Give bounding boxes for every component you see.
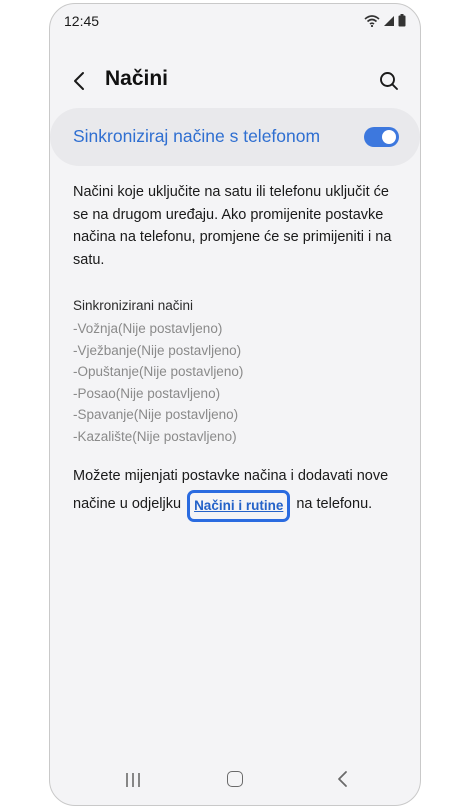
back-nav-icon[interactable] [336, 770, 350, 788]
page-title: Načini [105, 67, 169, 90]
status-bar: 12:45 [50, 4, 420, 38]
phone-frame: 12:45 Načini Sinkroniziraj načine s tele… [49, 3, 421, 806]
sync-modes-label: Sinkroniziraj načine s telefonom [73, 126, 321, 146]
list-item: -Kazalište(Nije postavljeno) [73, 428, 237, 444]
search-button[interactable] [376, 68, 402, 94]
chevron-left-icon [74, 72, 84, 90]
battery-icon [398, 14, 406, 27]
modes-note: Možete mijenjati postavke načina i dodav… [73, 465, 403, 522]
modes-and-routines-link[interactable]: Načini i rutine [194, 498, 283, 513]
app-header: Načini [50, 56, 420, 106]
synced-modes-list: -Vožnja(Nije postavljeno) -Vježbanje(Nij… [73, 318, 403, 447]
content: Načini koje uključite na satu ili telefo… [73, 181, 403, 522]
home-icon[interactable] [227, 771, 243, 787]
signal-icon [384, 15, 394, 26]
list-item: -Spavanje(Nije postavljeno) [73, 407, 239, 422]
link-highlight: Načini i rutine [187, 489, 291, 522]
synced-modes-title: Sinkronizirani načini [73, 298, 194, 313]
list-item: -Vožnja(Nije postavljeno) [73, 321, 223, 336]
list-item: -Vježbanje(Nije postavljeno) [73, 342, 242, 358]
status-time: 12:45 [64, 13, 100, 29]
status-icons [364, 14, 406, 27]
wifi-icon [364, 14, 380, 27]
toggle-knob [382, 130, 396, 144]
search-icon [380, 72, 398, 90]
sync-modes-row[interactable]: Sinkroniziraj načine s telefonom [50, 108, 420, 166]
note-text-after: na telefonu. [292, 495, 373, 512]
list-item: -Posao(Nije postavljeno) [73, 385, 221, 401]
description-text: Načini koje uključite na satu ili telefo… [73, 184, 392, 268]
sync-modes-toggle[interactable] [364, 127, 399, 147]
list-item: -Opuštanje(Nije postavljeno) [73, 364, 244, 379]
navigation-bar [50, 765, 420, 795]
back-button[interactable] [67, 68, 93, 94]
recents-icon[interactable] [125, 772, 141, 788]
